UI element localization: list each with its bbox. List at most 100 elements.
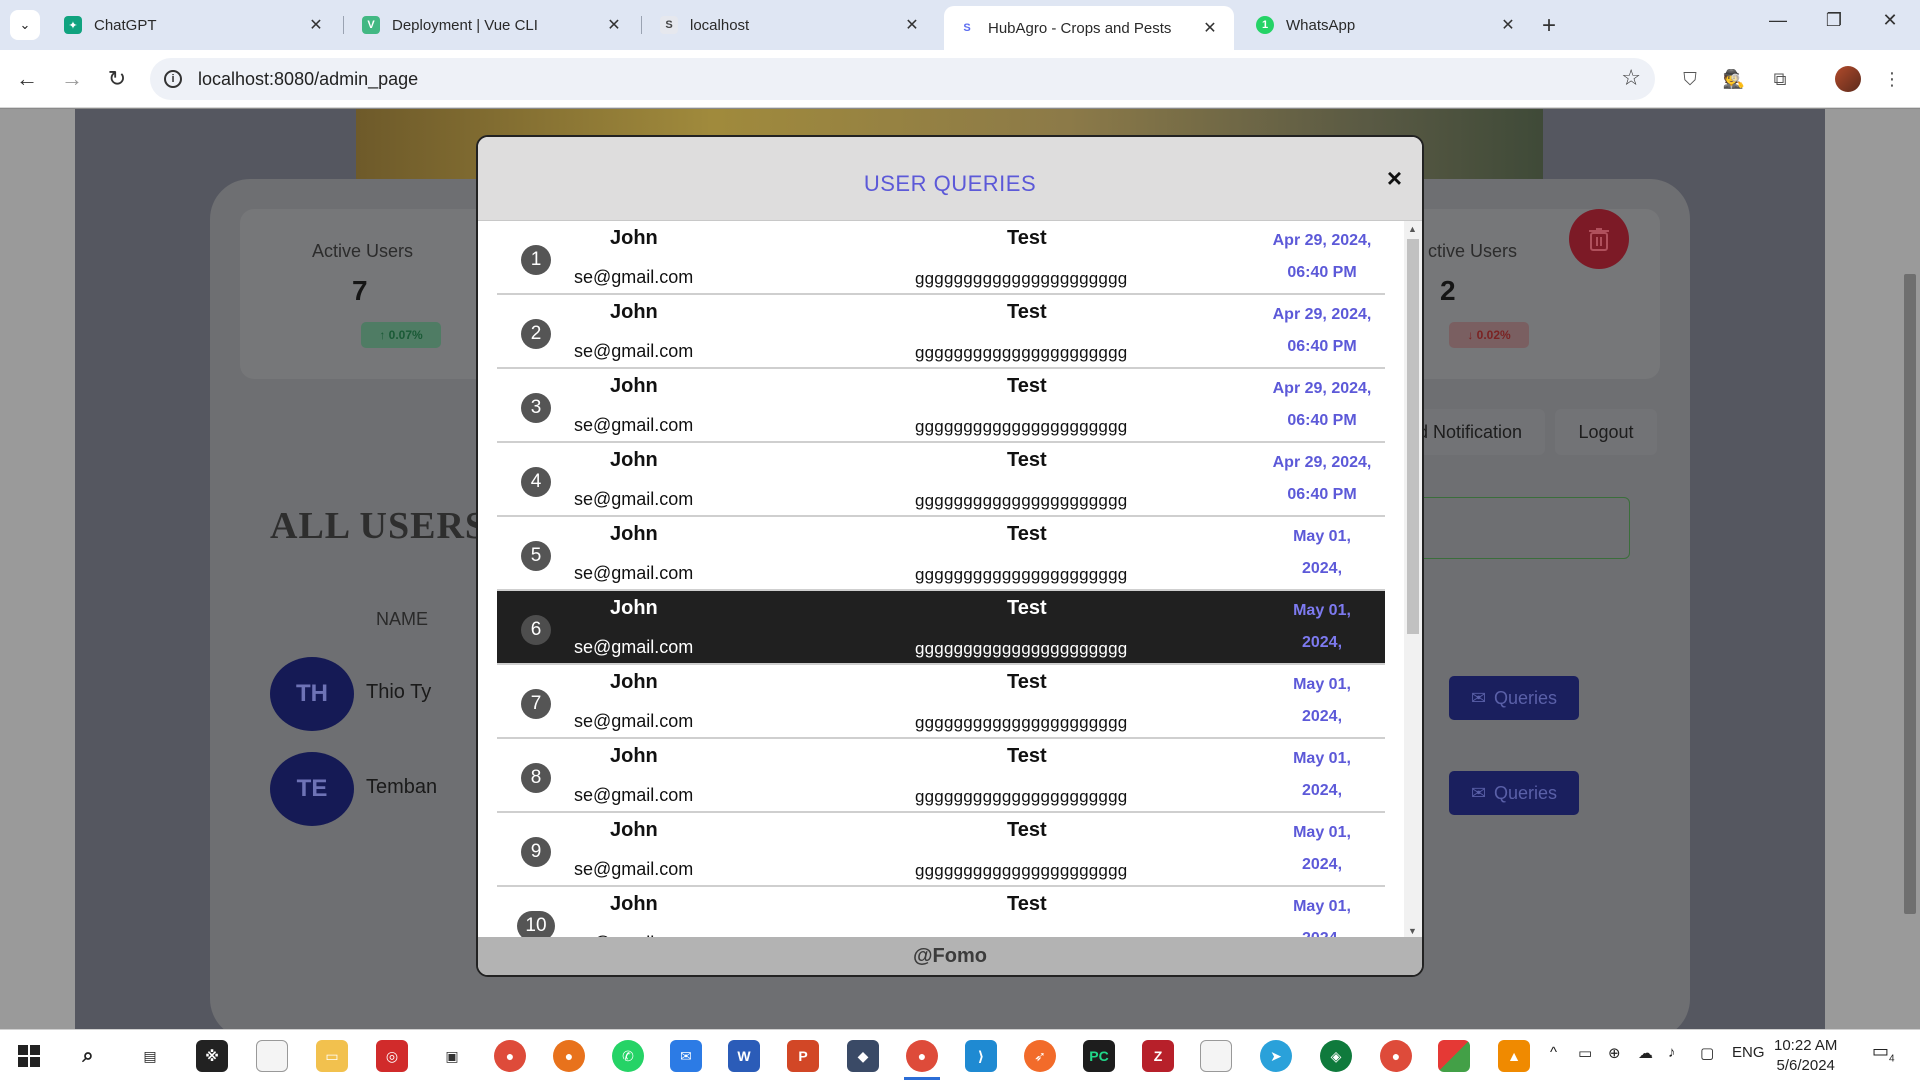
tab-vue-cli[interactable]: V Deployment | Vue CLI ✕ — [348, 6, 638, 44]
query-date: May 01, 2024, — [1293, 676, 1351, 725]
scrollbar-thumb[interactable] — [1407, 239, 1419, 634]
task-view-icon[interactable]: ▤ — [134, 1040, 166, 1072]
name-column-header: NAME — [376, 609, 429, 629]
minimize-button[interactable]: — — [1758, 10, 1798, 31]
mongodb-icon[interactable]: ◈ — [1320, 1040, 1352, 1072]
scroll-up-arrow-icon[interactable]: ▲ — [1408, 224, 1417, 234]
app-icon[interactable]: ◆ — [847, 1040, 879, 1072]
word-icon[interactable]: W — [728, 1040, 760, 1072]
whatsapp-icon[interactable]: ✆ — [612, 1040, 644, 1072]
close-window-button[interactable]: ✕ — [1870, 10, 1910, 31]
notepad-icon[interactable] — [256, 1040, 288, 1072]
windows-taskbar: ⌕ ▤ ※ ▭ ◎ ▣ ● ● ✆ ✉ W P ◆ ● ⟩ ➶ PC Z ➤ ◈… — [0, 1029, 1920, 1080]
site-info-icon[interactable]: i — [164, 70, 182, 88]
tab-title: localhost — [690, 16, 750, 34]
search-icon[interactable]: ⌕ — [72, 1040, 104, 1072]
address-bar[interactable]: i localhost:8080/admin_page ☆ — [150, 58, 1655, 100]
shield-extension-icon[interactable]: ⛉ — [1676, 65, 1704, 93]
notifications-icon[interactable]: ▭4 — [1872, 1041, 1895, 1065]
tab-chatgpt[interactable]: ✦ ChatGPT ✕ — [50, 6, 340, 44]
vlc-icon[interactable]: ▲ — [1498, 1040, 1530, 1072]
incognito-extension-icon[interactable]: 🕵 — [1720, 65, 1748, 93]
document-icon[interactable] — [1200, 1040, 1232, 1072]
active-users-value: 7 — [352, 275, 368, 306]
list-item[interactable]: 1 John se@gmail.com Test ggggggggggggggggggg… — [497, 221, 1385, 295]
queries-button[interactable]: ✉ Queries — [1449, 771, 1579, 815]
vscode-icon[interactable]: ⟩ — [965, 1040, 997, 1072]
app-icon[interactable]: ※ — [196, 1040, 228, 1072]
tab-localhost[interactable]: S localhost ✕ — [646, 6, 936, 44]
calculator-icon[interactable]: ▣ — [436, 1040, 468, 1072]
chrome-icon[interactable]: ● — [494, 1040, 526, 1072]
tab-close-icon[interactable]: ✕ — [1200, 18, 1220, 38]
query-date: May 01, 2024, — [1293, 898, 1351, 939]
close-icon[interactable]: × — [1387, 163, 1402, 194]
app-icon[interactable] — [1438, 1040, 1470, 1072]
mail-icon[interactable]: ✉ — [670, 1040, 702, 1072]
delete-button[interactable] — [1569, 209, 1629, 269]
query-subject: Test — [1007, 597, 1047, 619]
recorder-icon[interactable]: ◎ — [376, 1040, 408, 1072]
profile-avatar[interactable] — [1834, 65, 1862, 93]
query-subject: Test — [1007, 745, 1047, 767]
new-tab-button[interactable]: + — [1542, 12, 1556, 40]
filezilla-icon[interactable]: Z — [1142, 1040, 1174, 1072]
tray-chevron-icon[interactable]: ^ — [1550, 1044, 1557, 1061]
battery-icon[interactable]: ▭ — [1578, 1044, 1592, 1062]
modal-scrollbar[interactable]: ▲ ▼ — [1404, 221, 1422, 939]
cloud-icon[interactable]: ☁ — [1638, 1044, 1653, 1062]
query-user-email: se@gmail.com — [574, 563, 694, 583]
back-button[interactable]: ← — [12, 66, 42, 92]
restore-button[interactable]: ❐ — [1814, 10, 1854, 31]
logout-button[interactable]: Logout — [1555, 409, 1657, 455]
user-search-input[interactable] — [1395, 497, 1630, 559]
volume-icon[interactable]: ♪ — [1668, 1044, 1676, 1061]
url-text[interactable]: localhost:8080/admin_page — [198, 69, 418, 90]
list-item[interactable]: 6 John se@gmail.com Test ggggggggggggggggggg… — [497, 591, 1385, 683]
list-item[interactable]: 2 John se@gmail.com Test ggggggggggggggggggg… — [497, 295, 1385, 369]
query-timestamp: May 01, 2024,07:33 PM — [1272, 891, 1372, 939]
telegram-icon[interactable]: ➤ — [1260, 1040, 1292, 1072]
query-date: May 01, 2024, — [1293, 750, 1351, 799]
tab-close-icon[interactable]: ✕ — [902, 15, 922, 35]
pycharm-icon[interactable]: PC — [1083, 1040, 1115, 1072]
list-item[interactable]: 10Johnse@gmail.comTestgggggggggggggggggg… — [497, 887, 1385, 939]
tab-whatsapp[interactable]: 1 WhatsApp ✕ — [1242, 6, 1532, 44]
page-scrollbar[interactable] — [1900, 109, 1920, 1029]
tab-close-icon[interactable]: ✕ — [306, 15, 326, 35]
tab-hubagro[interactable]: S HubAgro - Crops and Pests ✕ — [944, 6, 1234, 50]
list-item[interactable]: 9 John se@gmail.com Test ggggggggggggggggggg… — [497, 813, 1385, 905]
tab-close-icon[interactable]: ✕ — [1498, 15, 1518, 35]
forward-button[interactable]: → — [57, 66, 87, 92]
queries-button[interactable]: ✉ Queries — [1449, 676, 1579, 720]
tab-close-icon[interactable]: ✕ — [604, 15, 624, 35]
tab-search-button[interactable]: ⌄ — [10, 10, 40, 40]
chrome-icon[interactable]: ● — [1380, 1040, 1412, 1072]
list-item[interactable]: 5 John se@gmail.com Test ggggggggggggggggggg… — [497, 517, 1385, 609]
display-icon[interactable]: ▢ — [1700, 1044, 1714, 1062]
query-user-name: John — [610, 893, 658, 915]
bookmark-star-icon[interactable]: ☆ — [1621, 65, 1641, 91]
list-item[interactable]: 7 John se@gmail.com Test ggggggggggggggggggg… — [497, 665, 1385, 757]
list-item[interactable]: 4 John se@gmail.com Test ggggggggggggggggggg… — [497, 443, 1385, 517]
file-explorer-icon[interactable]: ▭ — [316, 1040, 348, 1072]
powerpoint-icon[interactable]: P — [787, 1040, 819, 1072]
notification-count: 4 — [1889, 1053, 1895, 1065]
queries-list-container[interactable]: 1 John se@gmail.com Test ggggggggggggggggggg… — [478, 221, 1422, 939]
windows-start-icon[interactable] — [18, 1045, 40, 1067]
reload-button[interactable]: ↻ — [102, 66, 132, 92]
language-indicator[interactable]: ENG — [1732, 1044, 1765, 1061]
postman-icon[interactable]: ➶ — [1024, 1040, 1056, 1072]
list-item[interactable]: 8 John se@gmail.com Test ggggggggggggggggggg… — [497, 739, 1385, 831]
scrollbar-thumb[interactable] — [1904, 274, 1916, 914]
user-queries-modal: USER QUERIES × 1 John se@gmail.com Test gggg… — [476, 135, 1424, 977]
list-item[interactable]: 3 John se@gmail.com Test ggggggggggggggggggg… — [497, 369, 1385, 443]
chrome-icon[interactable]: ● — [906, 1040, 938, 1072]
system-clock[interactable]: 10:22 AM 5/6/2024 — [1774, 1036, 1837, 1076]
extensions-puzzle-icon[interactable]: ⧉ — [1766, 65, 1794, 93]
query-user-email: se@gmail.com — [574, 859, 694, 879]
firefox-icon[interactable]: ● — [553, 1040, 585, 1072]
globe-icon[interactable]: ⊕ — [1608, 1044, 1621, 1062]
browser-menu-icon[interactable]: ⋮ — [1878, 65, 1906, 93]
scroll-down-arrow-icon[interactable]: ▼ — [1408, 926, 1417, 936]
